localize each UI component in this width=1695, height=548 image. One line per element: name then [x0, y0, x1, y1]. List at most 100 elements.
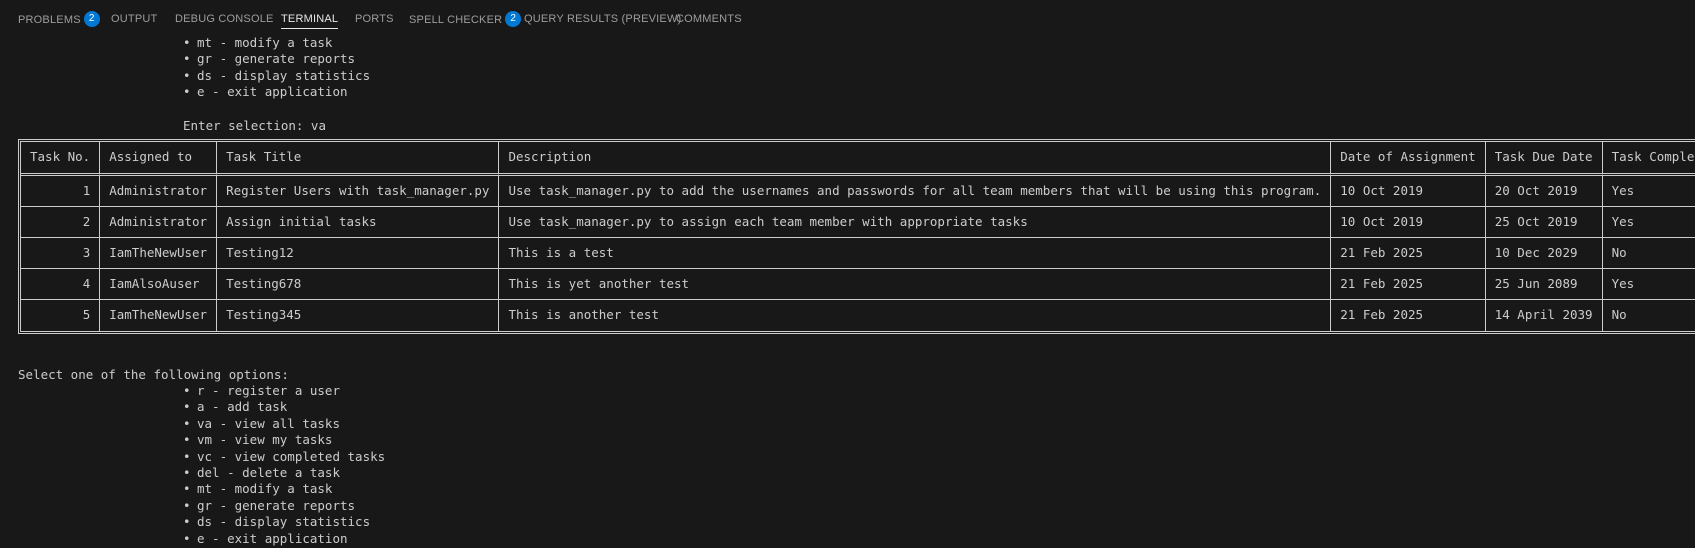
- table-cell: 25 Oct 2019: [1485, 207, 1603, 238]
- bottom-menu-item: • del - delete a task: [183, 465, 340, 481]
- table-cell: Use task_manager.py to add the usernames…: [499, 176, 1332, 207]
- menu-item-text: ds - display statistics: [197, 514, 371, 530]
- top-menu-item: • ds - display statistics: [183, 68, 370, 84]
- table-cell: Yes: [1602, 207, 1695, 238]
- table-cell: Testing12: [217, 238, 500, 269]
- menu-item-text: gr - generate reports: [197, 51, 356, 67]
- table-cell: IamAlsoAuser: [100, 269, 218, 300]
- column-header: Task Completion: [1602, 142, 1695, 176]
- table-cell: No: [1602, 238, 1695, 269]
- tasks-table: Task No. Assigned to Task Title Description…: [17, 139, 1695, 334]
- table-cell: 25 Jun 2089: [1485, 269, 1603, 300]
- menu-item-text: mt - modify a task: [197, 35, 333, 50]
- table-cell: 21 Feb 2025: [1331, 269, 1486, 300]
- column-header: Task No.: [21, 142, 101, 176]
- table-cell: Testing345: [217, 300, 500, 331]
- bullet-icon: •: [183, 432, 191, 448]
- bottom-menu-item: • mt - modify a task: [183, 481, 332, 497]
- table-cell: Use task_manager.py to assign each team …: [499, 207, 1332, 238]
- tab-query-results-preview[interactable]: QUERY RESULTS (PREVIEW): [524, 12, 681, 26]
- menu-item-text: ds - display statistics: [197, 67, 371, 83]
- table-body: 1 Administrator Register Users with task_m…: [21, 176, 1695, 331]
- bottom-menu-item: • va - view all tasks: [183, 416, 340, 432]
- selection-prompt: Enter selection: va: [183, 118, 326, 133]
- menu-item-text: vc - view completed tasks: [197, 448, 386, 464]
- table-cell: 10 Oct 2019: [1331, 207, 1486, 238]
- count-badge: 2: [505, 11, 522, 27]
- table-cell: IamTheNewUser: [100, 300, 218, 331]
- terminal-output[interactable]: • mt - modify a task • gr - generate report…: [0, 0, 1695, 548]
- column-header: Task Title: [217, 142, 500, 176]
- bottom-menu-item: • vc - view completed tasks: [183, 449, 385, 465]
- column-header: Assigned to: [100, 142, 218, 176]
- bullet-icon: •: [183, 415, 191, 431]
- table-cell: Testing678: [217, 269, 500, 300]
- tab-label: OUTPUT: [111, 13, 158, 25]
- tab-label: PROBLEMS: [18, 13, 81, 26]
- menu-item-text: gr - generate reports: [197, 497, 356, 513]
- bullet-icon: •: [183, 530, 191, 546]
- bottom-menu-item: • r - register a user: [183, 383, 340, 399]
- bottom-menu-item: • a - add task: [183, 399, 287, 415]
- menu-item-text: a - add task: [197, 399, 288, 415]
- bullet-icon: •: [183, 67, 191, 83]
- tab-spell-checker[interactable]: SPELL CHECKER 2: [409, 11, 522, 27]
- tab-terminal[interactable]: TERMINAL: [281, 12, 339, 29]
- table-cell: 2: [21, 207, 101, 238]
- table-cell: Administrator: [100, 207, 218, 238]
- table-header-row: Task No. Assigned to Task Title Description…: [21, 142, 1695, 176]
- bullet-icon: •: [183, 399, 191, 415]
- table-cell: This is a test: [499, 238, 1332, 269]
- menu-item-text: r - register a user: [197, 383, 340, 398]
- table-cell: 14 April 2039: [1486, 300, 1603, 331]
- bullet-icon: •: [183, 51, 191, 67]
- bottom-menu-item: • gr - generate reports: [183, 498, 355, 514]
- top-menu-item: • e - exit application: [183, 84, 348, 100]
- bottom-menu-item: • ds - display statistics: [183, 514, 370, 530]
- tab-ports[interactable]: PORTS: [355, 12, 394, 26]
- column-header: Date of Assignment: [1331, 142, 1486, 176]
- table-cell: 21 Feb 2025: [1331, 238, 1486, 269]
- table-cell: 4: [21, 269, 101, 300]
- table-row: 3 IamTheNewUser Testing12 This is a test 21 …: [21, 238, 1695, 269]
- tab-label: QUERY RESULTS (PREVIEW): [524, 13, 682, 25]
- menu-item-text: vm - view my tasks: [197, 432, 333, 448]
- table-row: 2 Administrator Assign initial tasks Use ta…: [21, 207, 1695, 238]
- table-cell: 10 Oct 2019: [1331, 176, 1486, 207]
- tab-label: SPELL CHECKER: [409, 13, 503, 26]
- table-cell: Yes: [1602, 176, 1695, 207]
- table-cell: 10 Dec 2029: [1485, 238, 1603, 269]
- bullet-icon: •: [183, 514, 191, 530]
- table-cell: 5: [21, 300, 101, 331]
- tab-problems[interactable]: PROBLEMS 2: [18, 11, 100, 27]
- menu-item-text: del - delete a task: [197, 465, 340, 480]
- tab-debug-console[interactable]: DEBUG CONSOLE: [175, 12, 274, 26]
- bullet-icon: •: [183, 383, 191, 398]
- table-row: 5 IamTheNewUser Testing345 This is another …: [21, 300, 1695, 331]
- bullet-icon: •: [183, 448, 191, 464]
- bullet-icon: •: [183, 465, 191, 480]
- tab-label: DEBUG CONSOLE: [175, 13, 274, 25]
- table-row: 1 Administrator Register Users with task_m…: [21, 176, 1695, 207]
- table-cell: 1: [21, 176, 101, 207]
- bottom-menu-item: • e - exit application: [183, 531, 348, 547]
- tab-comments[interactable]: COMMENTS: [676, 12, 742, 26]
- table-cell: 20 Oct 2019: [1485, 176, 1603, 207]
- menu-item-text: mt - modify a task: [197, 481, 333, 497]
- table-cell: 3: [21, 238, 101, 269]
- bullet-icon: •: [183, 481, 191, 497]
- bullet-icon: •: [183, 84, 191, 100]
- table-cell: IamTheNewUser: [100, 238, 218, 269]
- column-header: Description: [499, 142, 1332, 176]
- tab-output[interactable]: OUTPUT: [111, 12, 157, 26]
- menu-item-text: va - view all tasks: [197, 415, 340, 431]
- select-heading: Select one of the following options:: [18, 367, 289, 382]
- bullet-icon: •: [183, 497, 191, 513]
- bottom-menu-item: • vm - view my tasks: [183, 432, 332, 448]
- tab-label: TERMINAL: [281, 13, 339, 25]
- table-cell: Administrator: [100, 176, 218, 207]
- table-cell: Register Users with task_manager.py: [217, 176, 500, 207]
- top-menu-item: • gr - generate reports: [183, 51, 355, 67]
- panel-tab-bar: PROBLEMS 2 OUTPUT DEBUG CONSOLE TERMINAL PORT…: [0, 0, 1695, 36]
- tab-label: COMMENTS: [676, 13, 742, 25]
